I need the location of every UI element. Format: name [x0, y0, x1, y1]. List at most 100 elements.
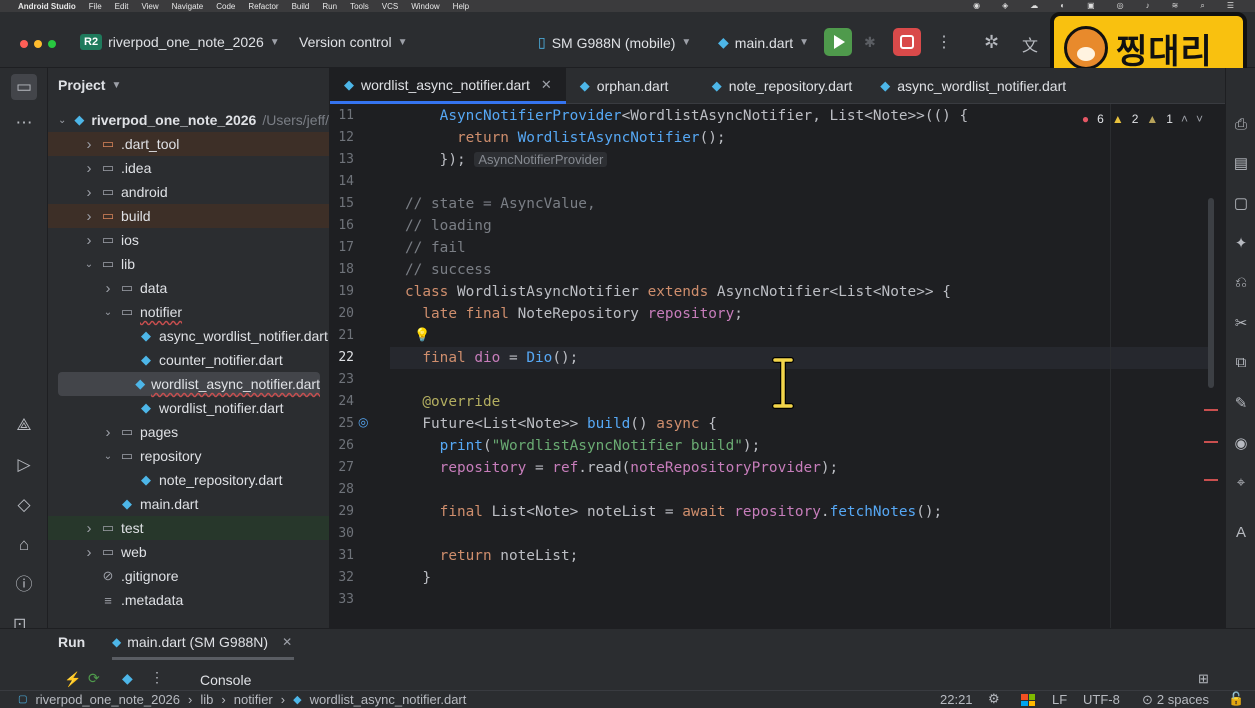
zoom-window-button[interactable] [48, 40, 56, 48]
code-line[interactable]: @override [405, 391, 500, 413]
line-number[interactable]: 21 [330, 328, 354, 343]
scissors-icon[interactable]: ✂ [1231, 314, 1251, 334]
menu-build[interactable]: Build [292, 2, 310, 11]
line-number[interactable]: 32 [330, 570, 354, 585]
chevron-up-icon[interactable]: ˄ [1181, 112, 1188, 126]
tree-item[interactable]: › ▭ .idea [48, 156, 329, 180]
line-number[interactable]: 16 [330, 218, 354, 233]
version-control-menu[interactable]: Version control ▼ [299, 34, 408, 50]
chevron-right-icon[interactable]: › [82, 520, 96, 537]
translate-icon[interactable]: 文 [1022, 32, 1038, 56]
caret-position[interactable]: 22:21 [940, 692, 973, 707]
tree-item[interactable]: › ▭ ios [48, 228, 329, 252]
menu-vcs[interactable]: VCS [382, 2, 398, 11]
menu-run[interactable]: Run [322, 2, 337, 11]
error-stripe-mark[interactable] [1204, 441, 1218, 443]
tray-icon[interactable]: ◐ [1060, 1, 1065, 11]
tree-item[interactable]: ◆ async_wordlist_notifier.dart [48, 324, 329, 348]
code-line[interactable]: return noteList; [405, 545, 579, 567]
line-number[interactable]: 26 [330, 438, 354, 453]
chevron-right-icon[interactable]: › [101, 280, 115, 297]
flutter-outline-icon[interactable]: ⧉ [1231, 354, 1251, 374]
chevron-right-icon[interactable]: › [82, 544, 96, 561]
code-line[interactable]: AsyncNotifierProvider<WordlistAsyncNotif… [405, 105, 969, 127]
logcat-icon[interactable]: ⌂ [13, 534, 35, 556]
gemini-icon[interactable]: ✦ [1231, 234, 1251, 254]
line-number[interactable]: 28 [330, 482, 354, 497]
run-config-tab[interactable]: ◆ main.dart (SM G988N) ✕ [112, 634, 294, 660]
code-line[interactable]: final dio = Dio(); [405, 347, 578, 369]
bug-icon[interactable]: ✲ [984, 32, 999, 53]
line-number[interactable]: 31 [330, 548, 354, 563]
running-devices-icon[interactable]: ▢ [1231, 194, 1251, 214]
chevron-down-icon[interactable]: ⌄ [101, 451, 115, 462]
tree-item[interactable]: › ▭ build [48, 204, 329, 228]
line-number[interactable]: 20 [330, 306, 354, 321]
tree-item[interactable]: ◆ counter_notifier.dart [48, 348, 329, 372]
menu-code[interactable]: Code [216, 2, 235, 11]
tree-item[interactable]: ⌄ ▭ lib [48, 252, 329, 276]
tray-icon[interactable]: ◈ [1002, 1, 1008, 11]
breadcrumb-item[interactable]: riverpod_one_note_2026 [35, 692, 180, 707]
lock-icon[interactable]: 🔓 [1228, 691, 1244, 707]
tree-item[interactable]: › ▭ data [48, 276, 329, 300]
tree-item[interactable]: › ▭ android [48, 180, 329, 204]
close-window-button[interactable] [20, 40, 28, 48]
code-line[interactable]: // loading [405, 215, 492, 237]
search-icon[interactable]: ⌕ [1200, 1, 1204, 11]
line-number[interactable]: 12 [330, 130, 354, 145]
tray-icon[interactable]: ▣ [1087, 1, 1095, 11]
font-icon[interactable]: A [1231, 524, 1251, 544]
minimize-window-button[interactable] [34, 40, 42, 48]
wifi-icon[interactable]: ≋ [1172, 1, 1179, 11]
editor-scrollbar[interactable] [1208, 198, 1214, 388]
chevron-right-icon[interactable]: › [101, 424, 115, 441]
tree-item[interactable]: ◆ wordlist_async_notifier.dart [58, 372, 320, 396]
tray-icon[interactable]: ☁ [1030, 1, 1038, 11]
tray-icon[interactable]: ◉ [973, 1, 980, 11]
tab-note-repository[interactable]: ◆ note_repository.dart [698, 68, 866, 104]
line-number[interactable]: 24 [330, 394, 354, 409]
line-number[interactable]: 14 [330, 174, 354, 189]
tree-item[interactable]: ⊘ .gitignore [48, 564, 329, 588]
breadcrumb-item[interactable]: lib [200, 692, 213, 707]
error-stripe-mark[interactable] [1204, 479, 1218, 481]
menu-view[interactable]: View [141, 2, 158, 11]
project-panel-header[interactable]: Project ▼ [48, 68, 329, 102]
preview-icon[interactable]: ◉ [1231, 434, 1251, 454]
code-line[interactable]: // success [405, 259, 492, 281]
code-line[interactable]: print("WordlistAsyncNotifier build"); [405, 435, 761, 457]
chevron-down-icon[interactable]: ⌄ [82, 259, 96, 270]
run-config-selector[interactable]: ◆ main.dart ▼ [718, 34, 809, 51]
file-encoding[interactable]: UTF-8 [1083, 692, 1120, 707]
hot-restart-icon[interactable]: ⟳ [88, 670, 100, 687]
more-tools-icon[interactable]: ⋯ [13, 112, 35, 134]
line-number[interactable]: 33 [330, 592, 354, 607]
code-line[interactable]: }); AsyncNotifierProvider [405, 149, 608, 171]
control-center-icon[interactable]: ☰ [1227, 1, 1234, 11]
run-button[interactable] [824, 28, 852, 56]
tree-item[interactable]: ⌄ ▭ repository [48, 444, 329, 468]
inspection-widget[interactable]: ● 6 ▲ 2 ▲ 1 ˄ ˅ [1082, 112, 1203, 126]
chevron-right-icon[interactable]: › [82, 232, 96, 249]
tree-item[interactable]: ≡ .metadata [48, 588, 329, 612]
breadcrumb-item[interactable]: notifier [234, 692, 273, 707]
code-line[interactable]: } [405, 567, 431, 589]
inspector-icon[interactable]: ⌖ [1231, 474, 1251, 494]
code-line[interactable]: // state = AsyncValue, [405, 193, 596, 215]
ai-assistant-icon[interactable]: ⚙ [988, 691, 1000, 707]
run-tool-icon[interactable]: ▷ [13, 454, 35, 476]
line-number[interactable]: 25 [330, 416, 354, 431]
chevron-down-icon[interactable]: ⌄ [101, 307, 115, 318]
override-gutter-icon[interactable]: ◎ [358, 415, 368, 429]
menu-edit[interactable]: Edit [115, 2, 129, 11]
lightbulb-icon[interactable]: 💡 [414, 327, 430, 343]
more-actions-icon[interactable]: ⋮ [150, 669, 164, 686]
tab-wordlist-async-notifier[interactable]: ◆ wordlist_async_notifier.dart ✕ [330, 68, 566, 104]
more-actions-icon[interactable]: ⋮ [936, 32, 952, 52]
tree-item[interactable]: ⌄ ◆ riverpod_one_note_2026/Users/jeff/ [48, 108, 329, 132]
gem-icon[interactable]: ◇ [13, 494, 35, 516]
code-area[interactable]: AsyncNotifierProvider<WordlistAsyncNotif… [405, 104, 1205, 628]
code-line[interactable]: final List<Note> noteList = await reposi… [405, 501, 943, 523]
debug-icon[interactable]: ✱ [864, 34, 876, 51]
